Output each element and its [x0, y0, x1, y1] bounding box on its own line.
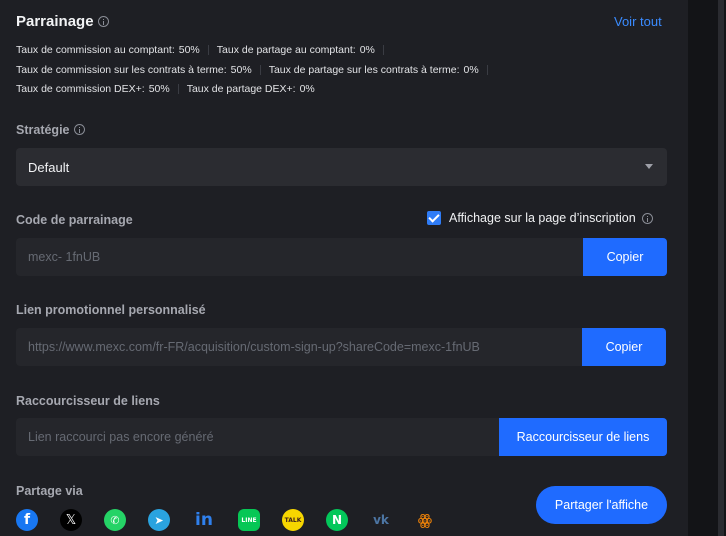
rate-row-spot: Taux de commission au comptant: 50% Taux… — [16, 44, 392, 56]
checkbox-checked-icon[interactable] — [427, 211, 441, 225]
strategy-selected-value: Default — [28, 160, 70, 175]
naver-icon[interactable]: N — [326, 509, 348, 531]
view-all-link[interactable]: Voir tout — [614, 14, 662, 29]
info-icon[interactable] — [97, 15, 109, 27]
whatsapp-icon[interactable]: ✆ — [104, 509, 126, 531]
referral-code-label: Code de parrainage — [16, 213, 133, 227]
short-link-placeholder: Lien raccourci pas encore généré — [28, 430, 214, 444]
divider — [486, 65, 488, 75]
page-title: Parrainage — [16, 13, 109, 30]
futures-commission-value: 50% — [230, 64, 252, 76]
spot-share-value: 0% — [359, 44, 375, 56]
divider — [259, 65, 261, 75]
promo-link-value: https://www.mexc.com/fr-FR/acquisition/c… — [28, 340, 480, 354]
short-link-field[interactable]: Lien raccourci pas encore généré — [16, 418, 499, 456]
share-icons-row: f 𝕏 ✆ ➤ in LINE TALK N vk ꙮ — [16, 509, 436, 531]
rate-row-dex: Taux de commission DEX+: 50% Taux de par… — [16, 83, 315, 95]
promo-link-label: Lien promotionnel personnalisé — [16, 303, 206, 317]
copy-promo-link-button[interactable]: Copier — [582, 328, 666, 366]
spot-share-label: Taux de partage au comptant: — [216, 44, 356, 56]
show-on-signup-label: Affichage sur la page d’inscription — [449, 211, 636, 225]
strategy-select[interactable]: Default — [16, 148, 667, 186]
referral-code-field[interactable]: mexc- 1fnUB — [16, 238, 583, 276]
chevron-down-icon — [645, 164, 653, 169]
page-title-text: Parrainage — [16, 13, 94, 30]
futures-commission-label: Taux de commission sur les contrats à te… — [16, 64, 227, 76]
x-icon[interactable]: 𝕏 — [60, 509, 82, 531]
linkedin-icon[interactable]: in — [192, 509, 216, 531]
show-on-signup-toggle[interactable]: Affichage sur la page d’inscription — [427, 211, 653, 225]
dex-share-value: 0% — [299, 83, 315, 95]
line-icon[interactable]: LINE — [238, 509, 260, 531]
info-icon[interactable] — [73, 124, 85, 136]
strategy-label-text: Stratégie — [16, 123, 70, 137]
facebook-icon[interactable]: f — [16, 509, 38, 531]
info-icon[interactable] — [641, 212, 653, 224]
odnoklassniki-icon[interactable]: ꙮ — [414, 509, 436, 531]
promo-link-field[interactable]: https://www.mexc.com/fr-FR/acquisition/c… — [16, 328, 582, 366]
shortener-label: Raccourcisseur de liens — [16, 394, 160, 408]
kakaotalk-icon[interactable]: TALK — [282, 509, 304, 531]
telegram-icon[interactable]: ➤ — [148, 509, 170, 531]
share-poster-button[interactable]: Partager l'affiche — [536, 486, 667, 524]
copy-referral-code-button[interactable]: Copier — [583, 238, 667, 276]
shorten-link-button[interactable]: Raccourcisseur de liens — [499, 418, 667, 456]
rate-row-futures: Taux de commission sur les contrats à te… — [16, 64, 496, 76]
strategy-label: Stratégie — [16, 123, 85, 137]
divider — [382, 45, 384, 55]
vk-icon[interactable]: vk — [370, 509, 392, 531]
dex-commission-label: Taux de commission DEX+: — [16, 83, 145, 95]
referral-code-value: mexc- 1fnUB — [28, 250, 101, 264]
scrollbar[interactable] — [718, 0, 724, 536]
divider — [177, 84, 179, 94]
dex-commission-value: 50% — [148, 83, 170, 95]
futures-share-label: Taux de partage sur les contrats à terme… — [268, 64, 460, 76]
dex-share-label: Taux de partage DEX+: — [186, 83, 296, 95]
divider — [207, 45, 209, 55]
futures-share-value: 0% — [463, 64, 479, 76]
spot-commission-label: Taux de commission au comptant: — [16, 44, 175, 56]
share-via-label: Partage via — [16, 484, 83, 498]
spot-commission-value: 50% — [178, 44, 200, 56]
